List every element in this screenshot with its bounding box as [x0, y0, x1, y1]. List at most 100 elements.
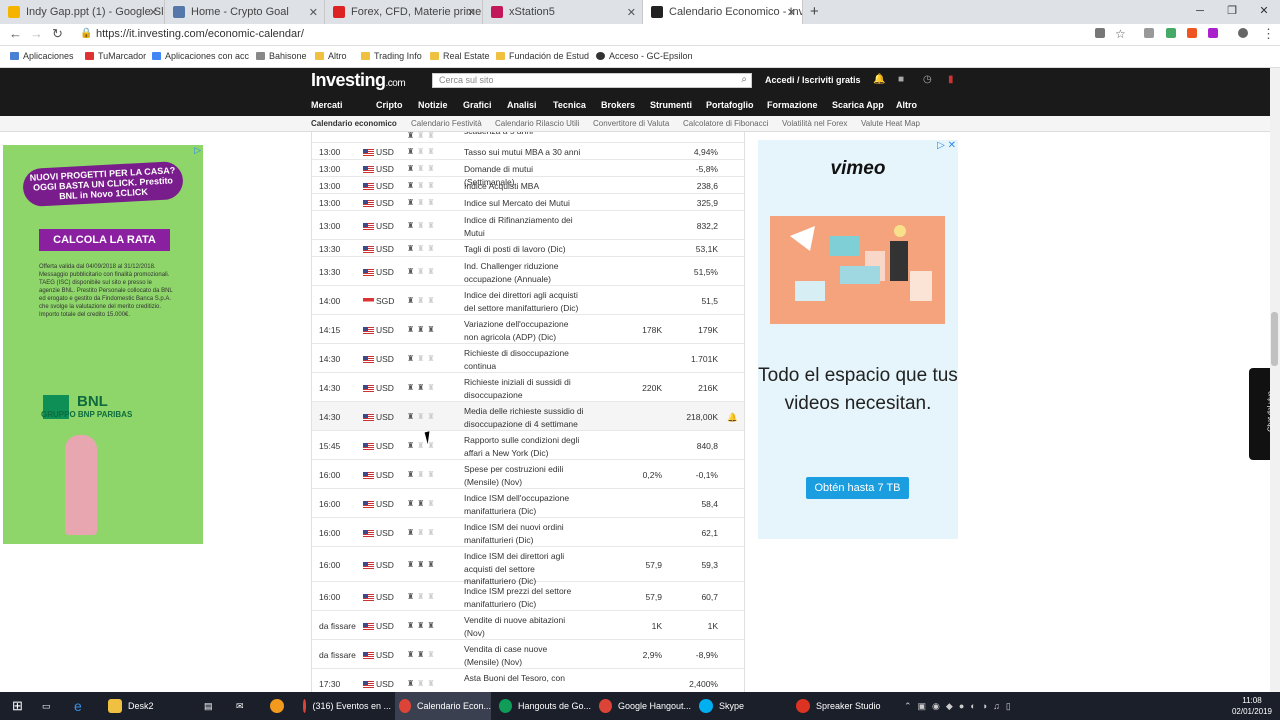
url-field[interactable]: https://it.investing.com/economic-calend…	[96, 28, 304, 40]
submenu-convertitore[interactable]: Convertitore di Valuta	[593, 119, 669, 128]
mail-icon[interactable]: ✉	[236, 692, 244, 720]
system-tray-icons[interactable]: ⌃▣◉◆●◐◑♫▯	[904, 692, 1017, 720]
briefcase-icon[interactable]: ■	[898, 74, 904, 85]
close-tab-icon[interactable]: ✕	[309, 6, 318, 19]
menu-item-strumenti[interactable]: Strumenti	[650, 100, 692, 110]
app-icon[interactable]	[270, 692, 290, 720]
submenu-fibonacci[interactable]: Calcolatore di Fibonacci	[683, 119, 768, 128]
new-tab-button[interactable]: +	[810, 3, 819, 20]
page-scrollbar[interactable]	[1270, 68, 1280, 692]
menu-item-brokers[interactable]: Brokers	[601, 100, 635, 110]
submenu-volatilita[interactable]: Volatilità nel Forex	[782, 119, 847, 128]
calendar-row[interactable]: ♜♜♜ scadenza a 5 anni	[312, 132, 744, 143]
calendar-row[interactable]: 13:30 USD ♜♜♜ Ind. Challenger riduzione occ…	[312, 257, 744, 286]
close-window-icon[interactable]: ✕	[1248, 0, 1280, 24]
system-clock[interactable]: 11:08 02/01/2019	[1232, 695, 1272, 717]
browser-tab[interactable]: Indy Gap.ppt (1) - Google Slides✕	[0, 0, 165, 24]
close-tab-icon[interactable]: ✕	[149, 6, 158, 19]
ad-close-icon[interactable]: ▷ ✕	[937, 140, 956, 151]
forward-icon[interactable]: →	[30, 26, 43, 41]
menu-item-notizie[interactable]: Notizie	[418, 100, 448, 110]
submenu-calendario-festivita[interactable]: Calendario Festività	[411, 119, 482, 128]
bookmark[interactable]: Aplicaciones con acc	[152, 51, 249, 61]
site-search-input[interactable]: Cerca sul sito ⌕	[432, 73, 752, 88]
submenu-heat-map[interactable]: Valute Heat Map	[861, 119, 920, 128]
calendar-row[interactable]: 14:00 SGD ♜♜♜ Indice dei direttori agli acq…	[312, 286, 744, 315]
calendar-row[interactable]: 13:00 USD ♜♜♜ Indice di Rifinanziamento dei…	[312, 211, 744, 240]
taskbar-item[interactable]: (316) Eventos en ...	[299, 692, 391, 720]
bookmark[interactable]: Bahisone	[256, 51, 307, 61]
translate-icon[interactable]	[1095, 28, 1105, 38]
star-icon[interactable]: ☆	[1115, 27, 1126, 41]
menu-item-altro[interactable]: Altro	[896, 100, 917, 110]
apps-bookmark[interactable]: Aplicaciones	[10, 51, 74, 61]
menu-item-mercati[interactable]: Mercati	[311, 100, 343, 110]
start-button[interactable]: ⊞	[12, 692, 23, 720]
taskbar-item[interactable]: Hangouts de Go...	[495, 692, 591, 720]
submenu-calendario-utili[interactable]: Calendario Rilascio Utili	[495, 119, 579, 128]
calendar-row[interactable]: 13:00 USD ♜♜♜ Domande di mutui (Settimanale…	[312, 160, 744, 187]
minimize-icon[interactable]: ─	[1184, 0, 1216, 24]
calendar-row[interactable]: 14:30 USD ♜♜♜ Richieste di disoccupazione c…	[312, 344, 744, 373]
search-icon[interactable]: ⌕	[741, 74, 747, 85]
calendar-row[interactable]: 16:00 USD ♜♜♜ Spese per costruzioni edili (…	[312, 460, 744, 489]
scrollbar-thumb[interactable]	[1271, 312, 1278, 366]
menu-item-formazione[interactable]: Formazione	[767, 100, 818, 110]
calendar-row[interactable]: 13:00 USD ♜♜♜ Indice Acquisti MBA 238,6	[312, 177, 744, 194]
calendar-row[interactable]: 13:00 USD ♜♜♜ Indice sul Mercato dei Mutui 3…	[312, 194, 744, 211]
calendar-row[interactable]: 16:00 USD ♜♜♜ Indice ISM prezzi del settore…	[312, 582, 744, 611]
login-link[interactable]: Accedi / Iscriviti gratis	[765, 75, 861, 85]
extension-icon[interactable]	[1187, 28, 1197, 38]
browser-tab-active[interactable]: Calendario Economico - Investin✕	[643, 0, 803, 24]
browser-tab[interactable]: xStation5 ✕	[483, 0, 643, 24]
bnl-advertisement[interactable]: ▷ NUOVI PROGETTI PER LA CASA? OGGI BASTA…	[3, 145, 203, 544]
close-tab-icon[interactable]: ✕	[467, 6, 476, 19]
task-view-icon[interactable]: ▭	[42, 692, 51, 720]
bell-icon[interactable]: 🔔	[873, 74, 885, 85]
menu-item-analisi[interactable]: Analisi	[507, 100, 537, 110]
maximize-icon[interactable]: ❐	[1216, 0, 1248, 24]
taskbar-item[interactable]: Desk2	[104, 692, 192, 720]
calendar-row[interactable]: da fissare USD ♜♜♜ Vendite di nuove abitazi…	[312, 611, 744, 640]
browser-tab[interactable]: Home - Crypto Goal ✕	[165, 0, 325, 24]
taskbar-item[interactable]: Google Hangout...	[595, 692, 691, 720]
taskbar-item[interactable]: Spreaker Studio	[792, 692, 888, 720]
back-icon[interactable]: ←	[9, 26, 22, 41]
bookmark-folder[interactable]: Fundación de Estud	[496, 51, 589, 61]
calendar-row[interactable]: 14:30 USD ♜♜♜ Richieste iniziali di sussidi…	[312, 373, 744, 402]
avatar[interactable]	[1238, 28, 1248, 38]
close-tab-icon[interactable]: ✕	[627, 6, 636, 19]
menu-item-tecnica[interactable]: Tecnica	[553, 100, 586, 110]
bookmark-folder[interactable]: Trading Info	[361, 51, 422, 61]
taskbar-item-active[interactable]: Calendario Econ...	[395, 692, 491, 720]
menu-dots-icon[interactable]: ⋮	[1262, 26, 1275, 42]
extension-icon[interactable]	[1208, 28, 1218, 38]
calendar-row[interactable]: 16:00 USD ♜♜♜ Indice ISM dei direttori agli…	[312, 547, 744, 586]
calendar-row[interactable]: 14:30 USD ♜♜♜ Media delle richieste sussidi…	[312, 402, 744, 431]
submenu-calendario-economico[interactable]: Calendario economico	[311, 119, 397, 128]
live-chat-button[interactable]: Chat dal vivo	[1249, 368, 1275, 460]
vimeo-advertisement[interactable]: ▷ ✕ vimeo Todo el espacio que tus videos…	[758, 140, 958, 539]
calendar-row[interactable]: da fissare USD ♜♜♜ Vendita di case nuove (M…	[312, 640, 744, 669]
calendar-row[interactable]: 15:45 USD ♜♜♜ Rapporto sulle condizioni deg…	[312, 431, 744, 460]
bookmark-folder[interactable]: Real Estate	[430, 51, 490, 61]
extension-icon[interactable]	[1144, 28, 1154, 38]
browser-tab[interactable]: Forex, CFD, Materie prime, Indic✕	[325, 0, 483, 24]
menu-item-scarica-app[interactable]: Scarica App	[832, 100, 884, 110]
store-icon[interactable]: ▤	[204, 692, 213, 720]
adchoices-icon[interactable]: ▷	[194, 145, 201, 156]
reload-icon[interactable]: ↻	[52, 26, 63, 42]
bookmark[interactable]: Acceso - GC-Epsilon	[596, 51, 693, 61]
clock-icon[interactable]: ◷	[923, 74, 932, 85]
bookmark[interactable]: TuMarcador	[85, 51, 146, 61]
menu-item-grafici[interactable]: Grafici	[463, 100, 492, 110]
calendar-row[interactable]: 17:30 USD ♜♜♜ Asta Buoni del Tesoro, con 2,4…	[312, 669, 744, 692]
alert-bell-icon[interactable]: 🔔	[727, 412, 738, 423]
close-tab-icon[interactable]: ✕	[787, 6, 796, 19]
ad-cta-button[interactable]: CALCOLA LA RATA	[39, 229, 170, 251]
site-logo[interactable]: Investing.com	[311, 70, 406, 91]
calendar-row[interactable]: 16:00 USD ♜♜♜ Indice ISM dei nuovi ordini m…	[312, 518, 744, 547]
menu-item-portafoglio[interactable]: Portafoglio	[706, 100, 754, 110]
extension-icon[interactable]	[1166, 28, 1176, 38]
edge-icon[interactable]: e	[74, 692, 82, 720]
